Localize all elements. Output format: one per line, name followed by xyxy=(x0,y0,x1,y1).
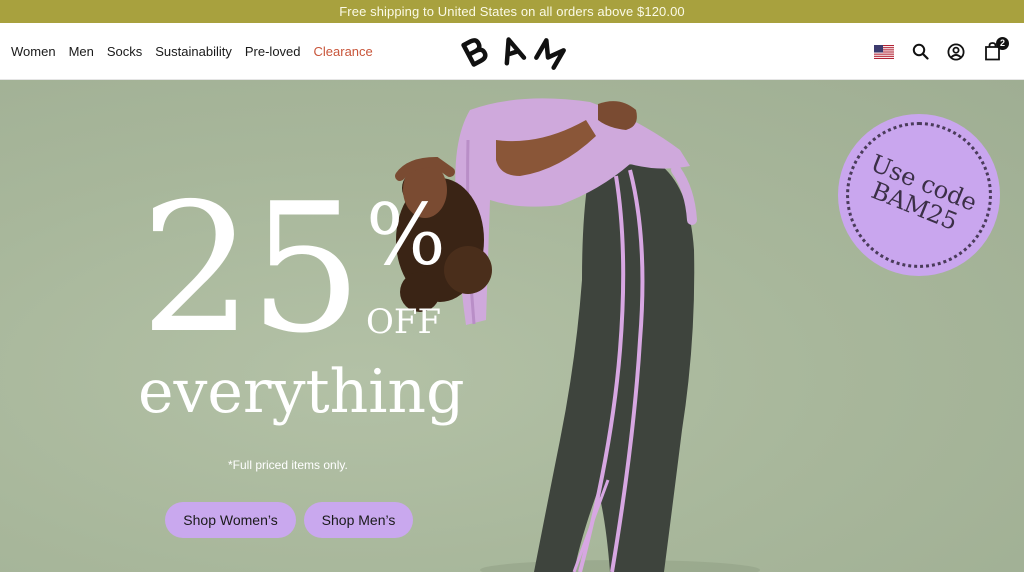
nav-item-clearance[interactable]: Clearance xyxy=(314,44,373,59)
cart-button[interactable]: 2 xyxy=(974,34,1010,70)
nav-item-women[interactable]: Women xyxy=(11,44,56,59)
percent-sign: % xyxy=(366,186,446,284)
shop-womens-button[interactable]: Shop Women’s xyxy=(165,502,296,538)
hero-headline: everything xyxy=(138,357,465,427)
header-icons: 2 xyxy=(866,23,1010,80)
disclaimer-text: *Full priced items only. xyxy=(228,458,348,472)
nav-item-sustainability[interactable]: Sustainability xyxy=(155,44,232,59)
nav-item-men[interactable]: Men xyxy=(69,44,94,59)
account-icon[interactable] xyxy=(938,34,974,70)
nav-item-pre-loved[interactable]: Pre-loved xyxy=(245,44,301,59)
off-label: OFF xyxy=(366,302,442,342)
bam-logo[interactable] xyxy=(458,32,570,72)
announcement-bar: Free shipping to United States on all or… xyxy=(0,0,1024,23)
search-icon[interactable] xyxy=(902,34,938,70)
site-header: Women Men Socks Sustainability Pre-loved… xyxy=(0,23,1024,80)
main-nav: Women Men Socks Sustainability Pre-loved… xyxy=(11,44,386,59)
announcement-text: Free shipping to United States on all or… xyxy=(339,4,685,19)
shop-mens-button[interactable]: Shop Men’s xyxy=(304,502,413,538)
hero-banner: 25 % OFF everything *Full priced items o… xyxy=(0,80,1024,572)
us-flag-icon[interactable] xyxy=(866,34,902,70)
promo-code-badge: Use code BAM25 xyxy=(838,114,1000,276)
discount-number: 25 xyxy=(140,165,362,372)
cart-count-badge: 2 xyxy=(996,36,1009,50)
nav-item-socks[interactable]: Socks xyxy=(107,44,142,59)
